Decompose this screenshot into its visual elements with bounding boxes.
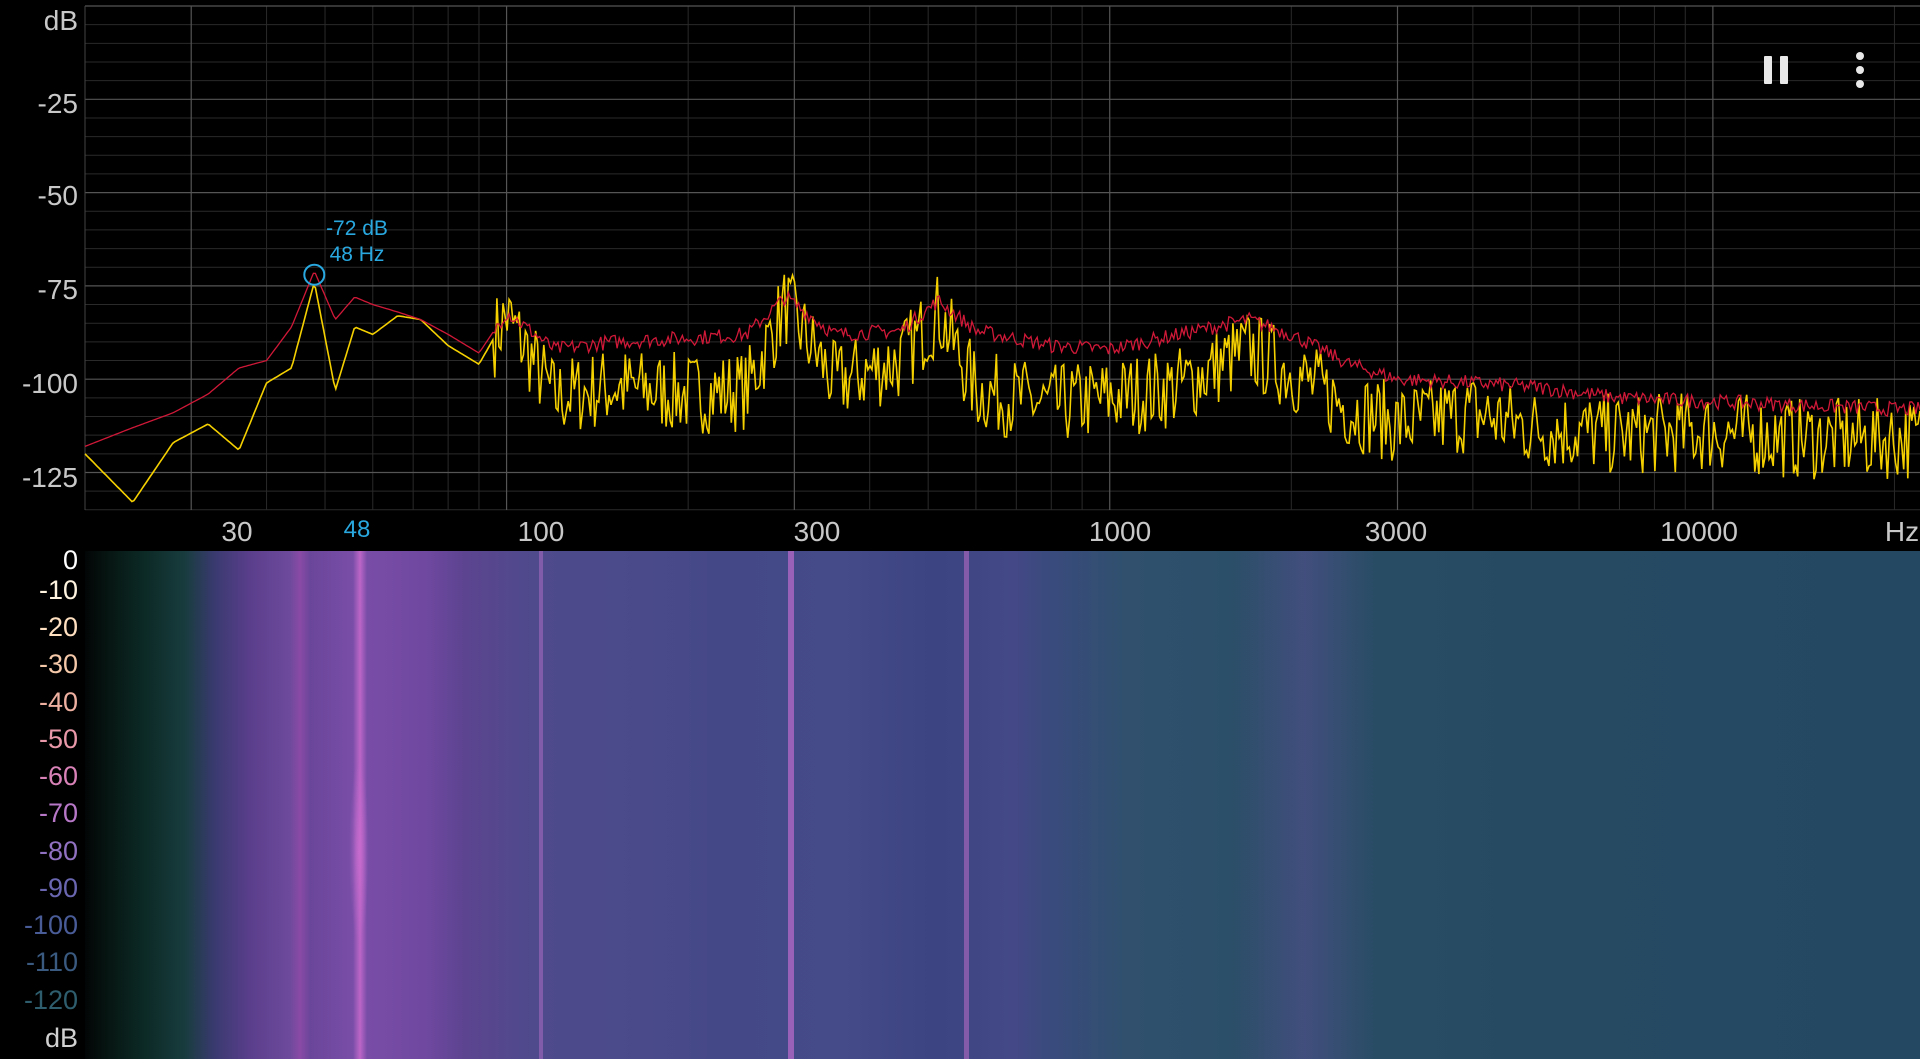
- scale-label: -70: [38, 798, 78, 828]
- spectrogram-band: [964, 551, 969, 1059]
- scale-label: -30: [38, 649, 78, 679]
- scale-label: 0: [62, 545, 78, 575]
- scale-label: -40: [38, 687, 78, 717]
- y-tick-label: -125: [21, 462, 78, 493]
- y-tick-label: -75: [37, 274, 78, 305]
- peak-db-label: -72 dB: [326, 217, 388, 240]
- scale-label: -90: [38, 873, 78, 903]
- spectrum-chart[interactable]: [0, 0, 1920, 551]
- x-tick-label: 3000: [1364, 516, 1428, 547]
- spectrogram-band: [539, 551, 543, 1059]
- scale-label: -80: [38, 836, 78, 866]
- y-tick-label: -50: [37, 180, 78, 211]
- series-layer: [84, 272, 1920, 503]
- x-tick-label: 1000: [1088, 516, 1152, 547]
- pause-button[interactable]: [1746, 40, 1806, 100]
- x-tick-label: 300: [793, 516, 841, 547]
- scale-label: -110: [25, 947, 78, 977]
- more-vert-icon: [1856, 49, 1864, 91]
- scale-label: -10: [38, 575, 78, 605]
- y-tick-label: -100: [21, 368, 78, 399]
- scale-label: -20: [38, 612, 78, 642]
- more-options-button[interactable]: [1830, 40, 1890, 100]
- spectrogram-panel[interactable]: 0 -10 -20 -30 -40 -50 -60 -70 -80 -90 -1…: [0, 545, 1920, 1059]
- spectrogram-band: [788, 551, 794, 1059]
- spectrum-panel[interactable]: dB -25 -50 -75 -100 -125 30 100 300 1000…: [0, 0, 1920, 551]
- spectrogram-display[interactable]: [85, 551, 1920, 1059]
- x-tick-label: 30: [221, 516, 253, 547]
- scale-unit-label: dB: [44, 1023, 78, 1053]
- y-unit-label: dB: [43, 5, 78, 36]
- spectrogram-band: [353, 551, 367, 1059]
- peak-annotation: -72 dB 48 Hz: [326, 216, 388, 268]
- x-unit-label: Hz: [1884, 516, 1920, 547]
- pause-icon: [1760, 56, 1792, 84]
- live-spectrum-line: [84, 272, 1920, 503]
- scale-label: -60: [38, 761, 78, 791]
- peak-hz-label: 48 Hz: [329, 243, 385, 266]
- toolbar: [1700, 40, 1920, 100]
- scale-label: -120: [23, 985, 78, 1015]
- peak-frequency-axis-label: 48: [343, 516, 371, 543]
- spectrogram-band: [1235, 551, 1375, 1059]
- y-tick-label: -25: [37, 88, 78, 119]
- scale-label: -100: [23, 910, 78, 940]
- x-tick-label: 100: [517, 516, 565, 547]
- scale-label: -50: [38, 724, 78, 754]
- x-tick-label: 10000: [1660, 516, 1738, 547]
